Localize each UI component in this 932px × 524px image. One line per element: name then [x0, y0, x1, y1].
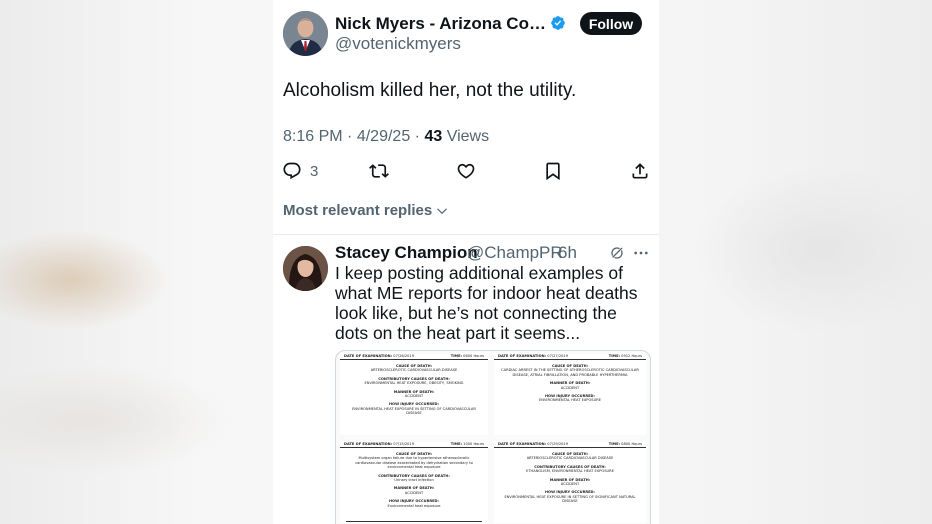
- doc-value: ACCIDENT: [560, 482, 580, 487]
- doc-label: DATE OF EXAMINATION:: [498, 442, 547, 446]
- doc-value: 07/27/2019: [547, 354, 568, 358]
- document-excerpt: DATE OF EXAMINATION: 07/27/2019 TIME: 091…: [494, 353, 646, 435]
- reply-time[interactable]: 6h: [558, 243, 577, 263]
- repost-button[interactable]: [369, 160, 389, 182]
- document-excerpt: DATE OF EXAMINATION: 07/29/2019 TIME: 080…: [494, 441, 646, 523]
- doc-value: 07/15/2019: [393, 442, 414, 446]
- document-excerpt: DATE OF EXAMINATION: 07/26/2019 TIME: 060…: [340, 353, 488, 435]
- tweet-date[interactable]: 4/29/25: [357, 128, 410, 145]
- doc-value: ENVIRONMENTAL HEAT EXPOSURE IN SETTING O…: [504, 494, 636, 504]
- doc-value: ENVIRONMENTAL HEAT EXPOSURE, OBESITY, SM…: [364, 381, 464, 386]
- doc-label: DATE OF EXAMINATION:: [498, 354, 547, 358]
- doc-value: Multisystem organ failure due to hyperte…: [355, 456, 473, 470]
- doc-rule: [346, 520, 482, 521]
- doc-label: TIME:: [608, 354, 621, 358]
- replies-sort-dropdown[interactable]: Most relevant replies: [283, 202, 449, 219]
- doc-value: Environmental heat exposure: [387, 503, 441, 508]
- doc-value: ENVIRONMENTAL HEAT EXPOSURE: [539, 398, 601, 403]
- doc-value: ETHANOLISM, ENVIRONMENTAL HEAT EXPOSURE: [526, 469, 614, 474]
- doc-value: 1050 Hours: [463, 442, 484, 446]
- reply-separator: ·: [550, 243, 556, 262]
- doc-value: CARDIAC ARREST IN THE SETTING OF ATHEROS…: [501, 368, 639, 377]
- section-divider: [273, 234, 659, 235]
- doc-value: 07/29/2019: [547, 442, 568, 446]
- doc-value: ARTERIOSCLEROTIC CARDIOVASCULAR DISEASE: [526, 456, 614, 461]
- chevron-down-icon: [437, 207, 448, 214]
- reply-text: I keep posting additional examples of wh…: [335, 263, 638, 343]
- document-excerpt: DATE OF EXAMINATION: 07/15/2019 TIME: 105…: [340, 441, 488, 523]
- like-button[interactable]: [456, 160, 476, 182]
- doc-value: ENVIRONMENTAL HEAT EXPOSURE IN SETTING O…: [352, 406, 476, 416]
- doc-value: ACCIDENT: [404, 490, 424, 495]
- tweet-text: Alcoholism killed her, not the utility.: [283, 80, 577, 101]
- doc-value: ACCIDENT: [560, 385, 580, 390]
- reply-button[interactable]: 3: [282, 160, 318, 182]
- reply-author-avatar[interactable]: [283, 246, 328, 291]
- reply-author-handle[interactable]: @ChampPR: [467, 243, 563, 263]
- verified-badge-icon: [551, 16, 565, 30]
- doc-label: TIME:: [450, 442, 463, 446]
- share-icon: [632, 163, 648, 179]
- repost-icon: [369, 164, 389, 178]
- doc-value: ARTERIOSCLEROTIC CARDIOVASCULAR DISEASE: [370, 368, 458, 373]
- bookmark-button[interactable]: [543, 160, 563, 182]
- doc-value: Urinary tract infection: [394, 478, 434, 483]
- tweet-meta: 8:16 PM · 4/29/25 · 43 Views: [283, 128, 489, 146]
- reply-icon: [283, 162, 301, 180]
- doc-value: 0912 Hours: [621, 354, 642, 358]
- share-button[interactable]: [630, 160, 650, 182]
- doc-label: TIME:: [608, 442, 621, 446]
- doc-value: ACCIDENT: [404, 394, 424, 399]
- doc-value: 0600 Hours: [463, 354, 484, 358]
- follow-button[interactable]: Follow: [580, 12, 642, 35]
- grok-icon[interactable]: [609, 245, 625, 261]
- doc-label: DATE OF EXAMINATION:: [344, 442, 393, 446]
- bookmark-icon: [546, 162, 560, 181]
- attached-image[interactable]: DATE OF EXAMINATION: 07/26/2019 TIME: 060…: [335, 350, 651, 524]
- replies-sort-label: Most relevant replies: [283, 202, 433, 219]
- author-name[interactable]: Nick Myers - Arizona Corporation Commiss…: [335, 14, 548, 34]
- like-icon: [457, 163, 475, 179]
- doc-label: TIME:: [450, 354, 463, 358]
- meta-separator: ·: [414, 128, 420, 145]
- views-label: Views: [446, 128, 490, 145]
- meta-separator: ·: [347, 128, 353, 145]
- doc-value: 07/26/2019: [393, 354, 414, 358]
- doc-label: DATE OF EXAMINATION:: [344, 354, 393, 358]
- doc-value: 0800 Hours: [621, 442, 642, 446]
- tweet-time[interactable]: 8:16 PM: [283, 128, 343, 145]
- reply-count: 3: [310, 162, 319, 180]
- author-avatar[interactable]: [283, 11, 328, 56]
- author-handle[interactable]: @votenickmyers: [335, 34, 461, 54]
- tweet-card: Nick Myers - Arizona Corporation Commiss…: [273, 0, 659, 524]
- reply-author-name[interactable]: Stacey Champion: [335, 243, 478, 263]
- views-count: 43: [424, 128, 443, 145]
- more-options-icon[interactable]: [633, 245, 649, 261]
